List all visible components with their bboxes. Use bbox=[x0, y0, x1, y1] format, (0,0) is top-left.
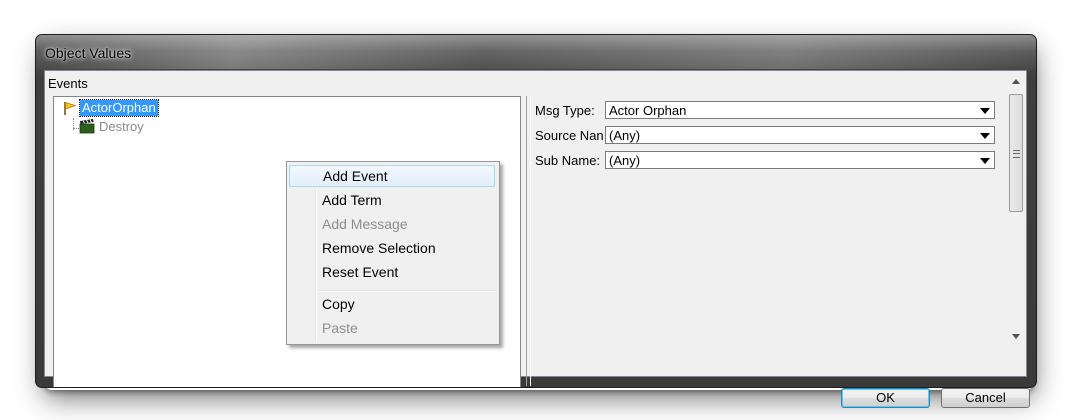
msg-type-row: Msg Type: Actor Orphan bbox=[535, 100, 995, 120]
sub-name-dropdown[interactable]: (Any) bbox=[605, 151, 995, 169]
window-client-area: Events ActorOrphan Destroy Msg Type: Act… bbox=[44, 70, 1030, 408]
tree-node-label: Destroy bbox=[99, 118, 144, 134]
source-name-label: Source Nan bbox=[535, 127, 604, 143]
window-title: Object Values bbox=[45, 45, 132, 61]
events-label: Events bbox=[48, 76, 88, 91]
menu-item-reset-event[interactable]: Reset Event bbox=[289, 261, 495, 283]
source-name-value: (Any) bbox=[609, 128, 641, 143]
msg-type-label: Msg Type: bbox=[535, 102, 595, 118]
scroll-down-arrow-icon[interactable] bbox=[1012, 334, 1020, 339]
msg-type-dropdown[interactable]: Actor Orphan bbox=[605, 101, 995, 119]
object-values-window: Object Values Events ActorOrphan Destroy… bbox=[35, 34, 1037, 408]
ok-button[interactable]: OK bbox=[841, 388, 930, 408]
source-name-row: Source Nan (Any) bbox=[535, 125, 995, 145]
vertical-scrollbar[interactable] bbox=[1008, 72, 1025, 344]
sub-name-row: Sub Name: (Any) bbox=[535, 150, 995, 170]
scroll-up-arrow-icon[interactable] bbox=[1012, 79, 1020, 84]
panel-splitter[interactable] bbox=[526, 96, 531, 386]
flag-icon bbox=[62, 100, 78, 116]
grip-icon bbox=[1013, 150, 1020, 158]
cancel-button[interactable]: Cancel bbox=[941, 388, 1030, 408]
tree-node-label: ActorOrphan bbox=[79, 99, 159, 117]
scrollbar-thumb[interactable] bbox=[1009, 94, 1023, 212]
tree-node-actororphan[interactable]: ActorOrphan bbox=[62, 99, 159, 117]
menu-item-remove-selection[interactable]: Remove Selection bbox=[289, 237, 495, 259]
source-name-dropdown[interactable]: (Any) bbox=[605, 126, 995, 144]
sub-name-label: Sub Name: bbox=[535, 152, 601, 168]
msg-type-value: Actor Orphan bbox=[609, 103, 687, 118]
tree-node-destroy[interactable]: Destroy bbox=[79, 118, 144, 134]
clapperboard-icon bbox=[79, 118, 95, 134]
menu-item-copy[interactable]: Copy bbox=[289, 293, 495, 315]
menu-item-add-event[interactable]: Add Event bbox=[289, 165, 495, 187]
menu-separator bbox=[318, 290, 497, 292]
chevron-down-icon bbox=[980, 133, 990, 139]
context-menu: Add Event Add Term Add Message Remove Se… bbox=[286, 161, 500, 345]
chevron-down-icon bbox=[980, 158, 990, 164]
sub-name-value: (Any) bbox=[609, 153, 641, 168]
menu-item-paste[interactable]: Paste bbox=[289, 317, 495, 339]
menu-item-add-term[interactable]: Add Term bbox=[289, 189, 495, 211]
menu-item-add-message[interactable]: Add Message bbox=[289, 213, 495, 235]
chevron-down-icon bbox=[980, 108, 990, 114]
